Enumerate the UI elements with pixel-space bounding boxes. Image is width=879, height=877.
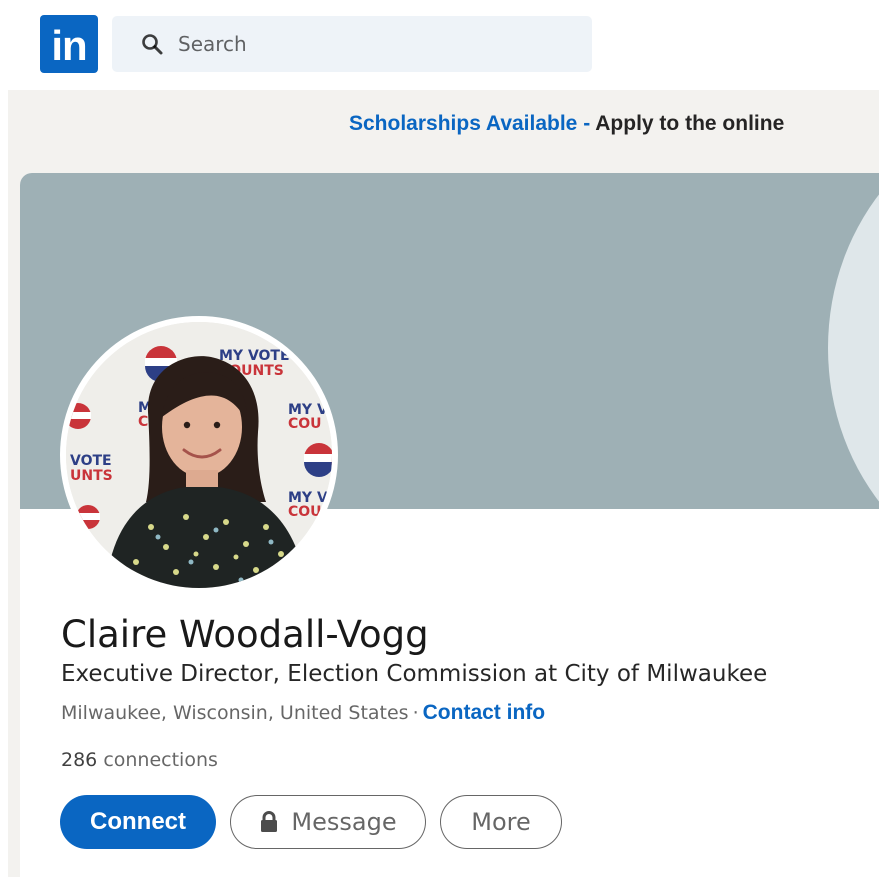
profile-headline: Executive Director, Election Commission … [61, 661, 768, 687]
sign-text: VOTE [70, 453, 112, 469]
voted-sticker [304, 443, 332, 477]
connect-button[interactable]: Connect [60, 795, 216, 849]
connections-count[interactable]: 286 connections [61, 749, 218, 771]
search-input[interactable] [178, 32, 558, 56]
sign-text: COU [288, 416, 322, 432]
contact-info-link[interactable]: Contact info [423, 701, 545, 724]
profile-card: MY VOTE COUNTS VOTE UNTS MY V COU MY V C… [20, 173, 879, 877]
announcement-bar: Scholarships Available - Apply to the on… [0, 112, 879, 136]
profile-name: Claire Woodall-Vogg [61, 613, 429, 656]
connections-number: 286 [61, 749, 98, 771]
linkedin-logo[interactable]: in [40, 15, 98, 73]
profile-actions: Connect Message More [60, 795, 562, 849]
banner-decoration [828, 173, 879, 509]
connections-label: connections [103, 749, 218, 771]
sign-text: MY VOTE [219, 348, 290, 364]
search-bar[interactable] [112, 16, 592, 72]
search-icon [142, 34, 163, 55]
location-row: Milwaukee, Wisconsin, United States · Cont… [61, 701, 545, 725]
more-label: More [471, 808, 531, 836]
message-label: Message [291, 808, 397, 836]
announcement-separator: - [577, 112, 596, 135]
top-nav: in [0, 0, 879, 88]
profile-photo[interactable]: MY VOTE COUNTS VOTE UNTS MY V COU MY V C… [66, 322, 332, 588]
announcement-link[interactable]: Scholarships Available [349, 112, 577, 135]
sign-text: UNTS [70, 468, 113, 484]
lock-icon [261, 811, 278, 832]
connect-label: Connect [90, 808, 186, 835]
logo-text: in [51, 22, 87, 69]
more-button[interactable]: More [440, 795, 562, 849]
profile-location: Milwaukee, Wisconsin, United States [61, 702, 409, 724]
profile-photo-illustration: MY VOTE COUNTS VOTE UNTS MY V COU MY V C… [66, 322, 332, 588]
announcement-text[interactable]: Apply to the online [595, 112, 784, 135]
message-button[interactable]: Message [230, 795, 426, 849]
location-separator: · [412, 702, 419, 724]
